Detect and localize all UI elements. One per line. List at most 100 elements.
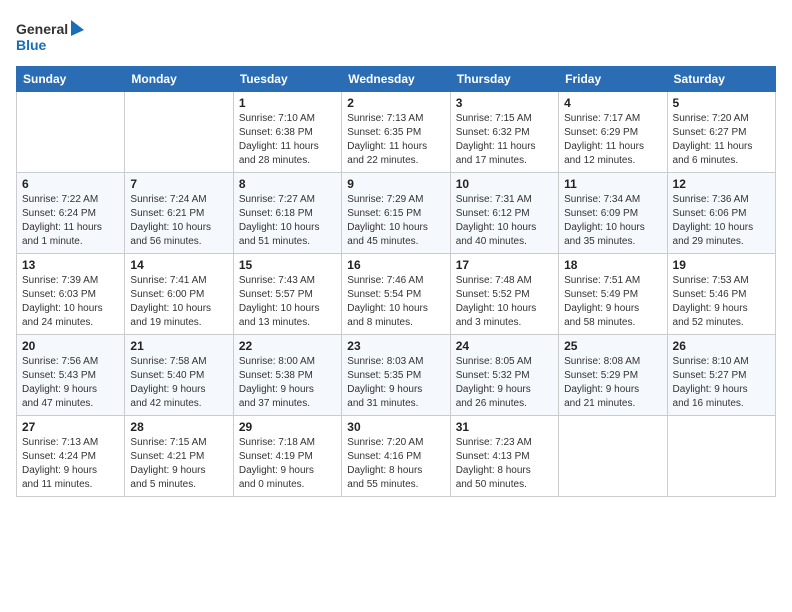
- calendar-cell: 3 Sunrise: 7:15 AM Sunset: 6:32 PM Daylig…: [450, 92, 558, 173]
- calendar-week-4: 20 Sunrise: 7:56 AM Sunset: 5:43 PM Dayli…: [17, 335, 776, 416]
- calendar-week-3: 13 Sunrise: 7:39 AM Sunset: 6:03 PM Dayli…: [17, 254, 776, 335]
- day-info: Sunrise: 7:39 AM Sunset: 6:03 PM Dayligh…: [22, 274, 119, 330]
- calendar-cell: 16Sunrise: 7:46 AM Sunset: 5:54 PM Dayli…: [342, 254, 450, 335]
- day-number: 25: [564, 339, 661, 353]
- day-number: 27: [22, 420, 119, 434]
- calendar-cell: [559, 416, 667, 497]
- calendar-cell: [17, 92, 125, 173]
- day-info: Sunrise: 7:13 AM Sunset: 4:24 PM Dayligh…: [22, 436, 119, 492]
- day-number: 11: [564, 177, 661, 191]
- day-number: 24: [456, 339, 553, 353]
- day-info: Sunrise: 7:20 AM Sunset: 4:16 PM Dayligh…: [347, 436, 444, 492]
- day-info: Sunrise: 8:00 AM Sunset: 5:38 PM Dayligh…: [239, 355, 336, 411]
- day-number: 8: [239, 177, 336, 191]
- calendar-cell: 8 Sunrise: 7:27 AM Sunset: 6:18 PM Daylig…: [233, 173, 341, 254]
- dow-header-thursday: Thursday: [450, 67, 558, 92]
- calendar-cell: 5Sunrise: 7:20 AM Sunset: 6:27 PM Daylig…: [667, 92, 775, 173]
- day-info: Sunrise: 7:46 AM Sunset: 5:54 PM Dayligh…: [347, 274, 444, 330]
- calendar-cell: 10 Sunrise: 7:31 AM Sunset: 6:12 PM Dayli…: [450, 173, 558, 254]
- calendar-cell: 11 Sunrise: 7:34 AM Sunset: 6:09 PM Dayli…: [559, 173, 667, 254]
- day-info: Sunrise: 7:36 AM Sunset: 6:06 PM Dayligh…: [673, 193, 770, 249]
- day-info: Sunrise: 7:20 AM Sunset: 6:27 PM Dayligh…: [673, 112, 770, 168]
- calendar-cell: 14 Sunrise: 7:41 AM Sunset: 6:00 PM Dayli…: [125, 254, 233, 335]
- day-number: 10: [456, 177, 553, 191]
- calendar-cell: 13 Sunrise: 7:39 AM Sunset: 6:03 PM Dayli…: [17, 254, 125, 335]
- day-info: Sunrise: 8:08 AM Sunset: 5:29 PM Dayligh…: [564, 355, 661, 411]
- page-header: GeneralBlue: [16, 16, 776, 58]
- day-info: Sunrise: 7:48 AM Sunset: 5:52 PM Dayligh…: [456, 274, 553, 330]
- day-info: Sunrise: 7:51 AM Sunset: 5:49 PM Dayligh…: [564, 274, 661, 330]
- day-info: Sunrise: 7:22 AM Sunset: 6:24 PM Dayligh…: [22, 193, 119, 249]
- calendar-week-5: 27 Sunrise: 7:13 AM Sunset: 4:24 PM Dayli…: [17, 416, 776, 497]
- day-info: Sunrise: 7:31 AM Sunset: 6:12 PM Dayligh…: [456, 193, 553, 249]
- day-number: 22: [239, 339, 336, 353]
- calendar-cell: 2Sunrise: 7:13 AM Sunset: 6:35 PM Daylig…: [342, 92, 450, 173]
- day-number: 21: [130, 339, 227, 353]
- day-number: 17: [456, 258, 553, 272]
- day-number: 1: [239, 96, 336, 110]
- day-info: Sunrise: 7:27 AM Sunset: 6:18 PM Dayligh…: [239, 193, 336, 249]
- day-number: 14: [130, 258, 227, 272]
- day-info: Sunrise: 7:18 AM Sunset: 4:19 PM Dayligh…: [239, 436, 336, 492]
- day-number: 20: [22, 339, 119, 353]
- calendar-cell: 20 Sunrise: 7:56 AM Sunset: 5:43 PM Dayli…: [17, 335, 125, 416]
- day-number: 30: [347, 420, 444, 434]
- day-info: Sunrise: 7:56 AM Sunset: 5:43 PM Dayligh…: [22, 355, 119, 411]
- svg-text:Blue: Blue: [16, 37, 47, 53]
- calendar-cell: 9Sunrise: 7:29 AM Sunset: 6:15 PM Daylig…: [342, 173, 450, 254]
- dow-header-tuesday: Tuesday: [233, 67, 341, 92]
- calendar-cell: 19 Sunrise: 7:53 AM Sunset: 5:46 PM Dayli…: [667, 254, 775, 335]
- day-info: Sunrise: 7:34 AM Sunset: 6:09 PM Dayligh…: [564, 193, 661, 249]
- day-info: Sunrise: 7:17 AM Sunset: 6:29 PM Dayligh…: [564, 112, 661, 168]
- calendar-cell: 29 Sunrise: 7:18 AM Sunset: 4:19 PM Dayli…: [233, 416, 341, 497]
- day-number: 12: [673, 177, 770, 191]
- day-info: Sunrise: 7:10 AM Sunset: 6:38 PM Dayligh…: [239, 112, 336, 168]
- calendar-cell: 17 Sunrise: 7:48 AM Sunset: 5:52 PM Dayli…: [450, 254, 558, 335]
- day-info: Sunrise: 8:03 AM Sunset: 5:35 PM Dayligh…: [347, 355, 444, 411]
- day-number: 19: [673, 258, 770, 272]
- calendar-cell: 26Sunrise: 8:10 AM Sunset: 5:27 PM Dayli…: [667, 335, 775, 416]
- day-number: 31: [456, 420, 553, 434]
- calendar-cell: 4 Sunrise: 7:17 AM Sunset: 6:29 PM Daylig…: [559, 92, 667, 173]
- calendar-cell: 27 Sunrise: 7:13 AM Sunset: 4:24 PM Dayli…: [17, 416, 125, 497]
- calendar-table: SundayMondayTuesdayWednesdayThursdayFrid…: [16, 66, 776, 497]
- calendar-cell: 22 Sunrise: 8:00 AM Sunset: 5:38 PM Dayli…: [233, 335, 341, 416]
- calendar-cell: [125, 92, 233, 173]
- day-info: Sunrise: 7:43 AM Sunset: 5:57 PM Dayligh…: [239, 274, 336, 330]
- day-info: Sunrise: 7:15 AM Sunset: 4:21 PM Dayligh…: [130, 436, 227, 492]
- dow-header-wednesday: Wednesday: [342, 67, 450, 92]
- calendar-cell: 12 Sunrise: 7:36 AM Sunset: 6:06 PM Dayli…: [667, 173, 775, 254]
- logo-svg: GeneralBlue: [16, 16, 86, 58]
- day-number: 13: [22, 258, 119, 272]
- day-number: 7: [130, 177, 227, 191]
- calendar-cell: [667, 416, 775, 497]
- calendar-cell: 28Sunrise: 7:15 AM Sunset: 4:21 PM Dayli…: [125, 416, 233, 497]
- day-number: 6: [22, 177, 119, 191]
- calendar-cell: 31Sunrise: 7:23 AM Sunset: 4:13 PM Dayli…: [450, 416, 558, 497]
- calendar-cell: 30 Sunrise: 7:20 AM Sunset: 4:16 PM Dayli…: [342, 416, 450, 497]
- calendar-week-1: 1 Sunrise: 7:10 AM Sunset: 6:38 PM Daylig…: [17, 92, 776, 173]
- day-number: 26: [673, 339, 770, 353]
- calendar-cell: 18 Sunrise: 7:51 AM Sunset: 5:49 PM Dayli…: [559, 254, 667, 335]
- day-info: Sunrise: 7:24 AM Sunset: 6:21 PM Dayligh…: [130, 193, 227, 249]
- dow-header-monday: Monday: [125, 67, 233, 92]
- day-number: 4: [564, 96, 661, 110]
- calendar-cell: 25 Sunrise: 8:08 AM Sunset: 5:29 PM Dayli…: [559, 335, 667, 416]
- day-info: Sunrise: 7:53 AM Sunset: 5:46 PM Dayligh…: [673, 274, 770, 330]
- day-number: 3: [456, 96, 553, 110]
- logo: GeneralBlue: [16, 16, 86, 58]
- dow-header-friday: Friday: [559, 67, 667, 92]
- day-number: 15: [239, 258, 336, 272]
- svg-text:General: General: [16, 21, 68, 37]
- day-number: 29: [239, 420, 336, 434]
- calendar-cell: 23 Sunrise: 8:03 AM Sunset: 5:35 PM Dayli…: [342, 335, 450, 416]
- day-info: Sunrise: 7:29 AM Sunset: 6:15 PM Dayligh…: [347, 193, 444, 249]
- day-number: 23: [347, 339, 444, 353]
- calendar-cell: 7 Sunrise: 7:24 AM Sunset: 6:21 PM Daylig…: [125, 173, 233, 254]
- calendar-cell: 21Sunrise: 7:58 AM Sunset: 5:40 PM Dayli…: [125, 335, 233, 416]
- calendar-cell: 24Sunrise: 8:05 AM Sunset: 5:32 PM Dayli…: [450, 335, 558, 416]
- day-number: 18: [564, 258, 661, 272]
- calendar-cell: 15 Sunrise: 7:43 AM Sunset: 5:57 PM Dayli…: [233, 254, 341, 335]
- day-info: Sunrise: 7:41 AM Sunset: 6:00 PM Dayligh…: [130, 274, 227, 330]
- day-info: Sunrise: 7:15 AM Sunset: 6:32 PM Dayligh…: [456, 112, 553, 168]
